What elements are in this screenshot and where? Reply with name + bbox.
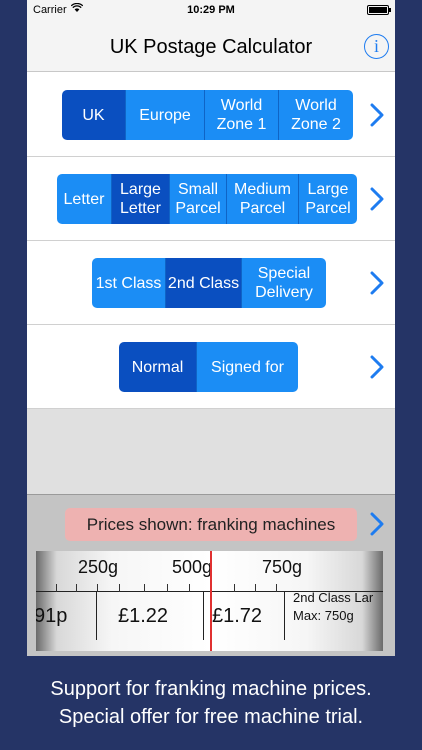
service-name: 2nd Class Lar: [293, 590, 374, 605]
segment-world-zone-1[interactable]: World Zone 1: [205, 90, 279, 140]
format-segmented-control: Letter Large Letter Small Parcel Medium …: [57, 174, 357, 224]
scale-needle[interactable]: [210, 551, 212, 651]
scale-tick: [189, 584, 190, 592]
segment-medium-parcel[interactable]: Medium Parcel: [227, 174, 299, 224]
weight-price-scale[interactable]: 250g 500g 750g 91p £1.22 £1.72 2nd Class…: [36, 551, 383, 651]
segment-large-letter[interactable]: Large Letter: [112, 174, 170, 224]
scale-tick: [255, 584, 256, 592]
price-value: 91p: [36, 605, 68, 627]
service-info: 2nd Class Lar Max: 750g: [293, 589, 373, 625]
segment-small-parcel[interactable]: Small Parcel: [170, 174, 227, 224]
price-value: £1.72: [212, 605, 263, 627]
price-panel: Prices shown: franking machines 250g 500…: [27, 494, 395, 656]
scale-tick: [56, 584, 57, 592]
segment-special-delivery[interactable]: Special Delivery: [242, 258, 326, 308]
price-divider: [96, 592, 97, 640]
segment-signed-for[interactable]: Signed for: [197, 342, 298, 392]
chevron-right-icon[interactable]: [367, 186, 387, 212]
segment-uk[interactable]: UK: [62, 90, 126, 140]
delivery-row: Normal Signed for: [27, 325, 395, 409]
app-screen: Carrier 10:29 PM UK Postage Calculator i…: [27, 0, 395, 656]
max-weight: Max: 750g: [293, 608, 354, 623]
segment-europe[interactable]: Europe: [126, 90, 205, 140]
scale-tick: [144, 584, 145, 592]
class-segmented-control: 1st Class 2nd Class Special Delivery: [92, 258, 326, 308]
clock: 10:29 PM: [187, 4, 235, 16]
scale-tick: [97, 584, 98, 592]
scale-tick: [167, 584, 168, 592]
weight-label: 750g: [262, 557, 303, 577]
segment-world-zone-2[interactable]: World Zone 2: [279, 90, 353, 140]
scale-tick: [119, 584, 120, 592]
empty-spacer: [27, 409, 395, 494]
price-divider: [284, 592, 285, 640]
segment-letter[interactable]: Letter: [57, 174, 112, 224]
info-icon: i: [373, 36, 379, 56]
chevron-right-icon[interactable]: [367, 102, 387, 128]
segment-large-parcel[interactable]: Large Parcel: [299, 174, 357, 224]
scale-tick: [76, 584, 77, 592]
weight-label: 500g: [172, 557, 213, 577]
segment-normal[interactable]: Normal: [119, 342, 197, 392]
segment-1st-class[interactable]: 1st Class: [92, 258, 166, 308]
status-bar: Carrier 10:29 PM: [27, 0, 395, 20]
price-value: £1.22: [118, 605, 169, 627]
chevron-right-icon[interactable]: [367, 270, 387, 296]
weight-label: 250g: [78, 557, 119, 577]
format-row: Letter Large Letter Small Parcel Medium …: [27, 157, 395, 241]
segment-2nd-class[interactable]: 2nd Class: [166, 258, 242, 308]
service-class-row: 1st Class 2nd Class Special Delivery: [27, 241, 395, 325]
chevron-right-icon[interactable]: [367, 354, 387, 380]
battery-icon: [367, 5, 391, 15]
caption-line-1: Support for franking machine prices.: [50, 678, 372, 700]
scale-tick: [234, 584, 235, 592]
chevron-right-icon[interactable]: [367, 511, 387, 537]
page-title: UK Postage Calculator: [109, 36, 313, 58]
info-button[interactable]: i: [364, 34, 389, 59]
prices-shown-button[interactable]: Prices shown: franking machines: [65, 508, 357, 541]
delivery-segmented-control: Normal Signed for: [119, 342, 298, 392]
destination-segmented-control: UK Europe World Zone 1 World Zone 2: [62, 90, 353, 140]
price-divider: [203, 592, 204, 640]
scale-tick: [276, 584, 277, 592]
destination-row: UK Europe World Zone 1 World Zone 2: [27, 73, 395, 157]
navigation-bar: UK Postage Calculator i: [27, 20, 395, 72]
caption-line-2: Special offer for free machine trial.: [58, 706, 364, 728]
